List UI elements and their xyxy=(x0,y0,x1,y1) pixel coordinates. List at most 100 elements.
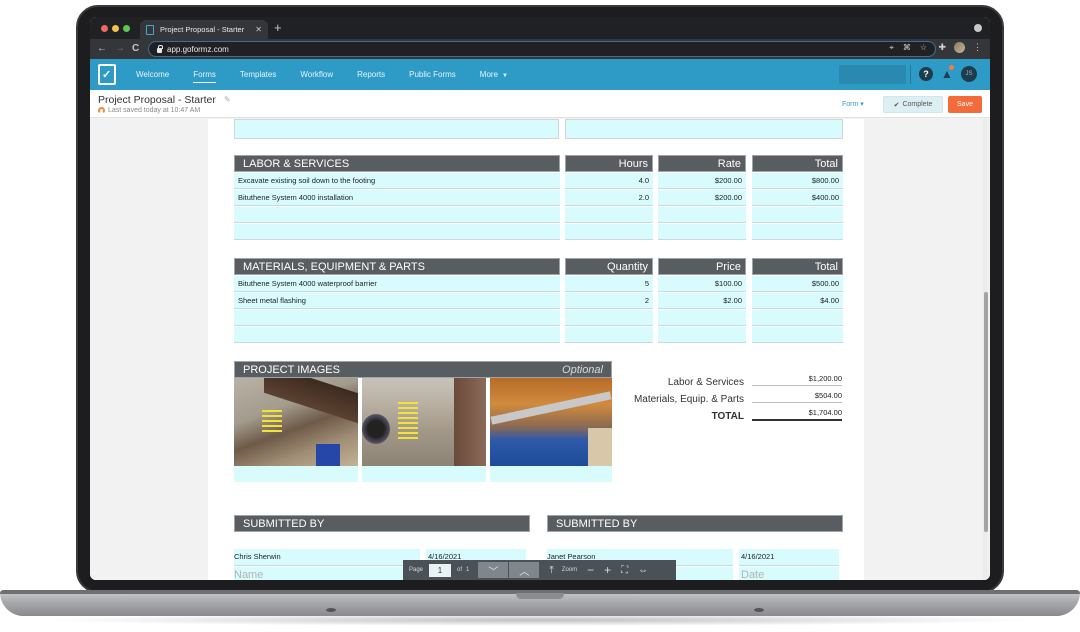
labor-hours: 4.0 xyxy=(638,176,649,185)
materials-total: $500.00 xyxy=(811,279,839,288)
materials-desc: Sheet metal flashing xyxy=(238,296,306,305)
back-arrow-icon[interactable]: ← xyxy=(97,42,107,56)
zoom-label: Zoom xyxy=(561,567,578,573)
labor-cell-field[interactable] xyxy=(234,224,560,240)
header-divider xyxy=(910,65,911,84)
nav-more[interactable]: More ▼ xyxy=(480,70,508,79)
labor-rate: $200.00 xyxy=(714,176,742,185)
labor-cell-field[interactable] xyxy=(565,207,653,223)
labor-desc: Excavate existing soil down to the footi… xyxy=(238,176,376,185)
labor-cell-field[interactable] xyxy=(565,224,653,240)
submitted-by-header: SUBMITTED BY xyxy=(234,515,530,532)
labor-hours: 2.0 xyxy=(638,193,649,202)
labor-cell-field[interactable] xyxy=(658,224,746,240)
location-pin-icon[interactable]: ⌖ xyxy=(889,43,894,53)
form-field[interactable] xyxy=(234,119,559,139)
nav-reports[interactable]: Reports xyxy=(357,70,385,79)
address-bar[interactable]: app.goformz.com ⌖ ⌘ ☆ xyxy=(148,41,936,57)
image-caption-field[interactable] xyxy=(234,466,358,482)
nav-workflow[interactable]: Workflow xyxy=(300,70,333,79)
browser-avatar[interactable] xyxy=(954,42,965,53)
materials-price: $2.00 xyxy=(723,296,742,305)
summary-labor-label: Labor & Services xyxy=(667,377,744,388)
nav-forms[interactable]: Forms xyxy=(193,70,216,83)
fit-width-icon[interactable]: ⇔ xyxy=(638,565,648,576)
zoom-in-icon[interactable]: + xyxy=(604,563,611,577)
browser-toolbar: ← → C app.goformz.com ⌖ ⌘ ☆ ✚ ⋮ xyxy=(90,39,990,59)
zoom-out-icon[interactable]: − xyxy=(587,563,594,577)
labor-cell-field[interactable] xyxy=(752,207,843,223)
labor-cell-field[interactable] xyxy=(234,207,560,223)
document-title: Project Proposal - Starter xyxy=(98,94,216,106)
user-avatar[interactable]: JS xyxy=(961,66,977,82)
labor-col-total: Total xyxy=(752,155,843,172)
image-caption-field[interactable] xyxy=(362,466,486,482)
image-annotation xyxy=(398,402,418,442)
qr-code-icon[interactable]: ⌘ xyxy=(903,43,911,53)
materials-desc: Bituthene System 4000 waterproof barrier xyxy=(238,279,377,288)
pencil-edit-icon[interactable]: ✎ xyxy=(224,95,231,104)
bookmark-star-icon[interactable]: ☆ xyxy=(920,43,927,53)
scroll-top-icon[interactable]: ⤒ xyxy=(549,565,553,576)
previous-page-button[interactable]: ︿ xyxy=(509,562,540,578)
search-box[interactable] xyxy=(839,65,906,84)
minimize-window-button[interactable] xyxy=(112,25,119,32)
next-page-button[interactable]: ﹀ xyxy=(478,562,509,578)
materials-qty: 2 xyxy=(644,296,649,305)
browser-tab[interactable]: Project Proposal - Starter ✕ xyxy=(140,20,268,39)
approver-date: 4/16/2021 xyxy=(741,552,775,561)
extensions-puzzle-icon[interactable]: ✚ xyxy=(938,42,946,53)
materials-cell-field[interactable] xyxy=(234,327,560,343)
project-image-3[interactable] xyxy=(490,378,612,466)
labor-section-header: LABOR & SERVICES xyxy=(234,155,560,172)
view-mode-dropdown[interactable]: Form ▾ xyxy=(842,100,864,108)
browser-profile-icon[interactable] xyxy=(974,24,982,32)
help-icon[interactable]: ? xyxy=(919,67,933,81)
save-button[interactable]: Save xyxy=(948,96,982,113)
zoom-window-button[interactable] xyxy=(123,25,130,32)
nav-templates[interactable]: Templates xyxy=(240,70,276,79)
name-label: Name xyxy=(234,569,264,580)
date-label: Date xyxy=(741,569,765,580)
materials-cell-field[interactable] xyxy=(565,327,653,343)
forward-arrow-icon[interactable]: → xyxy=(115,42,125,56)
nav-welcome[interactable]: Welcome xyxy=(136,70,169,79)
page-label: Page xyxy=(409,567,424,573)
lock-icon xyxy=(157,44,163,53)
form-field[interactable] xyxy=(565,119,843,139)
checkmark-icon: ✔ xyxy=(893,101,900,109)
materials-cell-field[interactable] xyxy=(752,327,843,343)
sync-icon xyxy=(98,107,105,114)
scrollbar-thumb[interactable] xyxy=(984,292,988,532)
tab-title: Project Proposal - Starter xyxy=(160,25,245,34)
materials-col-total: Total xyxy=(752,258,843,275)
fit-page-icon[interactable]: ⛶ xyxy=(621,565,628,576)
materials-price: $100.00 xyxy=(714,279,742,288)
project-image-2[interactable] xyxy=(362,378,486,466)
materials-cell-field[interactable] xyxy=(752,310,843,326)
complete-button[interactable]: ✔ Complete xyxy=(883,96,943,113)
last-saved-text: Last saved today at 10:47 AM xyxy=(108,107,201,114)
materials-cell-field[interactable] xyxy=(658,327,746,343)
tab-close-icon[interactable]: ✕ xyxy=(255,25,262,34)
goformz-logo-icon[interactable] xyxy=(98,64,116,85)
labor-cell-field[interactable] xyxy=(752,224,843,240)
reload-icon[interactable]: C xyxy=(132,42,139,56)
close-window-button[interactable] xyxy=(101,25,108,32)
laptop-foot xyxy=(326,608,336,612)
browser-menu-icon[interactable]: ⋮ xyxy=(973,42,982,53)
materials-cell-field[interactable] xyxy=(565,310,653,326)
page-number-input[interactable]: 1 xyxy=(429,563,452,577)
new-tab-button[interactable]: + xyxy=(274,20,282,36)
materials-cell-field[interactable] xyxy=(658,310,746,326)
materials-section-header: MATERIALS, EQUIPMENT & PARTS xyxy=(234,258,560,275)
labor-total: $800.00 xyxy=(811,176,839,185)
project-image-1[interactable] xyxy=(234,378,358,466)
nav-public-forms[interactable]: Public Forms xyxy=(409,70,456,79)
summary-total-value: $1,704.00 xyxy=(752,408,842,421)
image-annotation xyxy=(262,410,282,435)
materials-cell-field[interactable] xyxy=(234,310,560,326)
labor-cell-field[interactable] xyxy=(658,207,746,223)
pdf-toolbar: Page 1 of 1 ﹀ ︿ ⤒ Zoom − + ⛶ ⇔ xyxy=(403,560,676,580)
image-caption-field[interactable] xyxy=(490,466,612,482)
